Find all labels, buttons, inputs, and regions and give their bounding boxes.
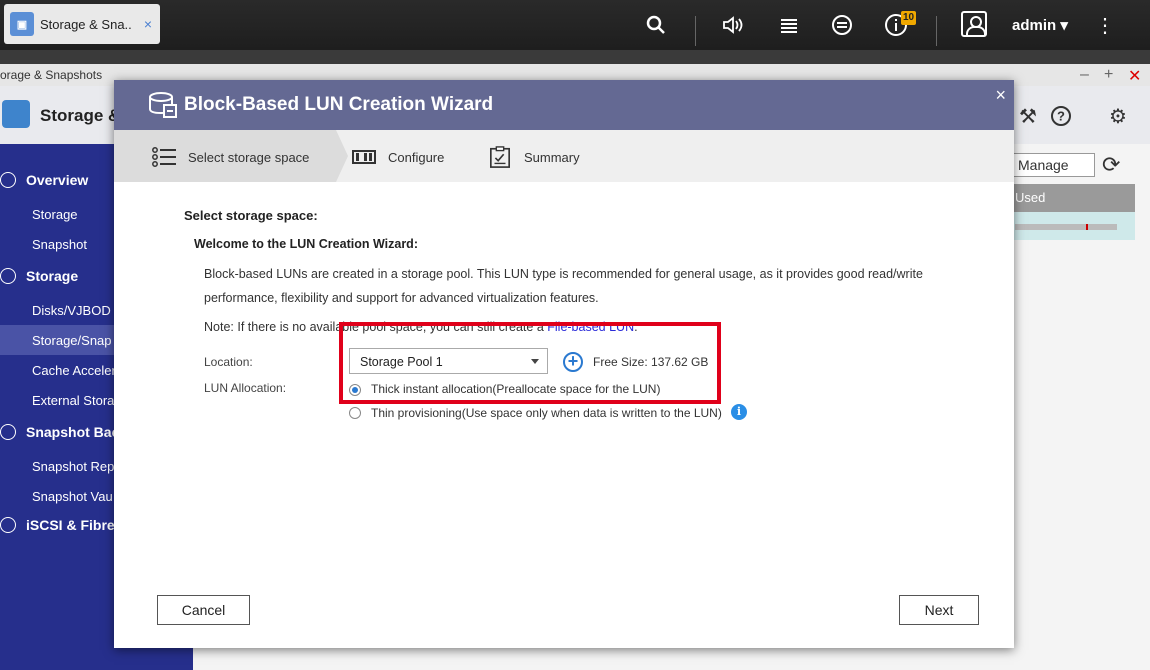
configure-icon <box>352 150 376 164</box>
tab-close-icon[interactable]: × <box>144 16 152 32</box>
step-select-storage-space: Select storage space <box>152 146 309 168</box>
highlight-box <box>339 322 721 404</box>
storage-logo-icon <box>2 100 30 128</box>
more-menu-icon[interactable]: ⋮ <box>1092 12 1118 38</box>
step-summary: Summary <box>488 146 580 168</box>
next-button[interactable]: Next <box>899 595 979 625</box>
step-configure: Configure <box>352 146 444 168</box>
help-icon[interactable]: ? <box>1049 104 1073 128</box>
notification-badge: 10 <box>901 11 917 25</box>
usage-threshold-mark <box>1086 224 1088 230</box>
overview-icon <box>0 172 16 188</box>
storage-app-icon: ▣ <box>10 12 34 36</box>
tab-title: Storage & Sna... <box>40 16 132 32</box>
app-name: Storage & <box>40 106 121 125</box>
snapshot-backup-icon <box>0 424 16 440</box>
description-text: Block-based LUNs are created in a storag… <box>204 267 923 305</box>
minimize-icon[interactable]: – <box>1080 66 1089 84</box>
taskbar-divider <box>695 16 696 46</box>
thin-provisioning-radio[interactable] <box>349 407 361 419</box>
app-tab-storage[interactable]: ▣ Storage & Sna... × <box>4 4 160 44</box>
user-name: admin <box>1012 17 1057 34</box>
lun-allocation-label: LUN Allocation: <box>204 381 287 395</box>
iscsi-icon <box>0 517 16 533</box>
user-avatar-icon[interactable] <box>961 11 987 37</box>
taskbar-divider <box>936 16 937 46</box>
location-label: Location: <box>204 355 253 369</box>
info-icon[interactable]: i <box>731 404 747 420</box>
storage-group-icon <box>0 268 16 284</box>
volume-icon[interactable] <box>721 12 747 38</box>
svg-text:?: ? <box>1057 109 1065 124</box>
wizard-steps: Select storage space Configure Summary <box>114 130 1014 182</box>
dialog-close-icon[interactable]: × <box>995 85 1006 106</box>
thin-provisioning-label[interactable]: Thin provisioning(Use space only when da… <box>371 406 722 420</box>
taskbar: ▣ Storage & Sna... × 10 admin ▾ ⋮ <box>0 0 1150 50</box>
cancel-button[interactable]: Cancel <box>157 595 250 625</box>
manage-button[interactable]: Manage <box>1013 153 1095 177</box>
dialog-titlebar: Block-Based LUN Creation Wizard × <box>114 80 1014 130</box>
refresh-icon[interactable]: ⟳ <box>1102 152 1120 178</box>
search-icon[interactable] <box>643 12 669 38</box>
settings-gear-icon[interactable]: ⚙ <box>1106 104 1130 128</box>
clipboard-icon <box>490 146 510 168</box>
table-row[interactable] <box>1013 212 1135 240</box>
list-icon <box>152 147 176 167</box>
tasks-icon[interactable] <box>776 12 802 38</box>
close-window-icon[interactable]: ✕ <box>1128 66 1141 86</box>
lun-disk-icon <box>149 92 177 118</box>
sync-icon[interactable] <box>829 12 855 38</box>
welcome-heading: Welcome to the LUN Creation Wizard: <box>194 237 418 251</box>
user-menu[interactable]: admin ▾ <box>1012 16 1068 34</box>
section-heading: Select storage space: <box>184 208 318 223</box>
maximize-icon[interactable]: + <box>1104 66 1113 84</box>
tools-icon[interactable]: ⚒ <box>1016 104 1040 128</box>
lun-creation-wizard-dialog: Block-Based LUN Creation Wizard × Select… <box>114 80 1014 648</box>
app-window-title: orage & Snapshots <box>0 68 103 82</box>
usage-bar <box>1015 224 1117 230</box>
table-header-used: Used <box>1013 184 1135 212</box>
dialog-title: Block-Based LUN Creation Wizard <box>184 94 494 115</box>
